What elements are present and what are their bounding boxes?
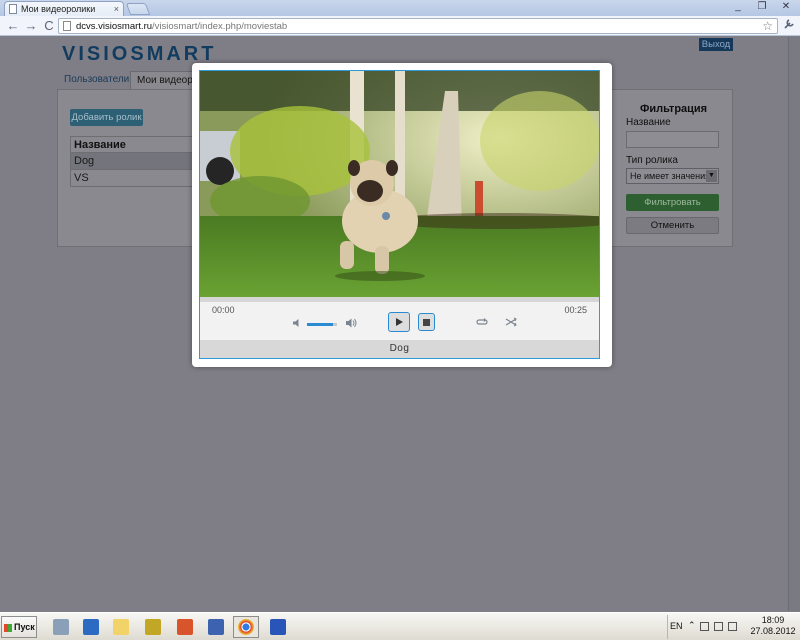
page-scrollbar[interactable] — [788, 37, 800, 611]
address-bar[interactable]: dcvs.visiosmart.ru /visiosmart/index.php… — [58, 18, 778, 34]
tray-flag-icon[interactable] — [700, 622, 709, 631]
forward-button[interactable]: → — [22, 17, 40, 35]
new-tab-button[interactable] — [125, 3, 151, 15]
table-row[interactable]: VS — [70, 169, 195, 187]
total-time: 00:25 — [564, 305, 587, 315]
taskbar-network-icon[interactable] — [48, 616, 74, 638]
taskbar-app-icon[interactable] — [140, 616, 166, 638]
volume-high-icon[interactable] — [345, 317, 357, 332]
browser-tab[interactable]: Мои видеоролики × — [4, 1, 124, 16]
reload-button[interactable]: C — [40, 17, 58, 35]
table-header-name: Название — [70, 136, 195, 153]
taskbar-folder-icon[interactable] — [108, 616, 134, 638]
dropdown-arrow-icon[interactable]: ▼ — [706, 170, 717, 182]
filter-name-label: Название — [626, 117, 671, 128]
tab-my-videos[interactable]: Мои видеоро... — [130, 71, 200, 89]
windows-taskbar: Пуск EN ⌃ 18:09 27.08.2012 — [0, 612, 800, 640]
start-button[interactable]: Пуск — [1, 616, 37, 638]
page-icon — [63, 21, 71, 31]
close-window-button[interactable]: ✕ — [776, 1, 796, 13]
table-cell: Dog — [70, 152, 195, 170]
video-frame[interactable] — [200, 71, 599, 297]
browser-titlebar: Мои видеоролики × _ ❐ ✕ — [0, 0, 800, 16]
taskbar-powerpoint-icon[interactable] — [172, 616, 198, 638]
table-cell: VS — [70, 169, 195, 187]
filter-title: Фильтрация — [640, 103, 708, 115]
start-label: Пуск — [14, 622, 35, 632]
filter-cancel-button[interactable]: Отменить — [626, 217, 719, 234]
taskbar-word-icon[interactable] — [265, 616, 291, 638]
taskbar-clock[interactable]: 18:09 27.08.2012 — [748, 615, 798, 637]
bookmark-star-icon[interactable]: ☆ — [762, 19, 773, 33]
filter-type-label: Тип ролика — [626, 155, 678, 166]
filter-name-input[interactable] — [626, 131, 719, 148]
tab-users[interactable]: Пользователи — [58, 71, 135, 89]
video-caption: Dog — [200, 340, 599, 358]
loop-icon[interactable] — [476, 317, 488, 330]
player-controls: 00:00 00:25 — [200, 302, 599, 340]
videos-table: Название Dog VS — [70, 136, 195, 187]
back-button[interactable]: ← — [4, 17, 22, 35]
language-indicator[interactable]: EN — [670, 621, 683, 631]
url-host: dcvs.visiosmart.ru — [76, 20, 153, 32]
volume-level — [307, 323, 333, 326]
add-video-button[interactable]: Добавить ролик — [70, 109, 143, 126]
restore-button[interactable]: ❐ — [752, 1, 772, 13]
window-controls: _ ❐ ✕ — [728, 1, 796, 13]
url-path: /visiosmart/index.php/moviestab — [152, 20, 288, 32]
clock-time: 18:09 — [761, 615, 785, 625]
logout-button[interactable]: Выход — [699, 38, 733, 51]
taskbar-chrome-icon[interactable] — [233, 616, 259, 638]
table-row[interactable]: Dog — [70, 152, 195, 170]
tray-expand-icon[interactable]: ⌃ — [688, 620, 696, 631]
filter-apply-button[interactable]: Фильтровать — [626, 194, 719, 211]
shuffle-icon[interactable] — [505, 317, 517, 330]
filter-type-value: Не имеет значения — [630, 171, 711, 181]
video-player: 00:00 00:25 Dog — [199, 70, 600, 359]
current-time: 00:00 — [212, 305, 235, 315]
tray-network-icon[interactable] — [714, 622, 723, 631]
wrench-menu-icon[interactable] — [783, 18, 795, 33]
page-icon — [9, 4, 17, 14]
clock-date: 27.08.2012 — [750, 626, 796, 636]
volume-low-icon[interactable] — [292, 318, 302, 331]
play-button[interactable] — [388, 312, 410, 332]
stop-icon — [423, 319, 430, 326]
filter-type-select[interactable]: Не имеет значения ▼ — [626, 168, 719, 184]
tab-title: Мои видеоролики — [21, 4, 96, 14]
windows-flag-icon — [4, 623, 12, 632]
minimize-button[interactable]: _ — [728, 1, 748, 13]
play-icon — [396, 318, 403, 326]
taskbar-terminal-icon[interactable] — [78, 616, 104, 638]
taskbar-remote-desktop-icon[interactable] — [203, 616, 229, 638]
tray-volume-icon[interactable] — [728, 622, 737, 631]
volume-slider[interactable] — [307, 323, 337, 326]
stop-button[interactable] — [418, 313, 435, 331]
tab-close-icon[interactable]: × — [114, 4, 119, 14]
video-modal: 00:00 00:25 Dog — [192, 63, 612, 367]
browser-toolbar: ← → C dcvs.visiosmart.ru /visiosmart/ind… — [0, 16, 800, 36]
